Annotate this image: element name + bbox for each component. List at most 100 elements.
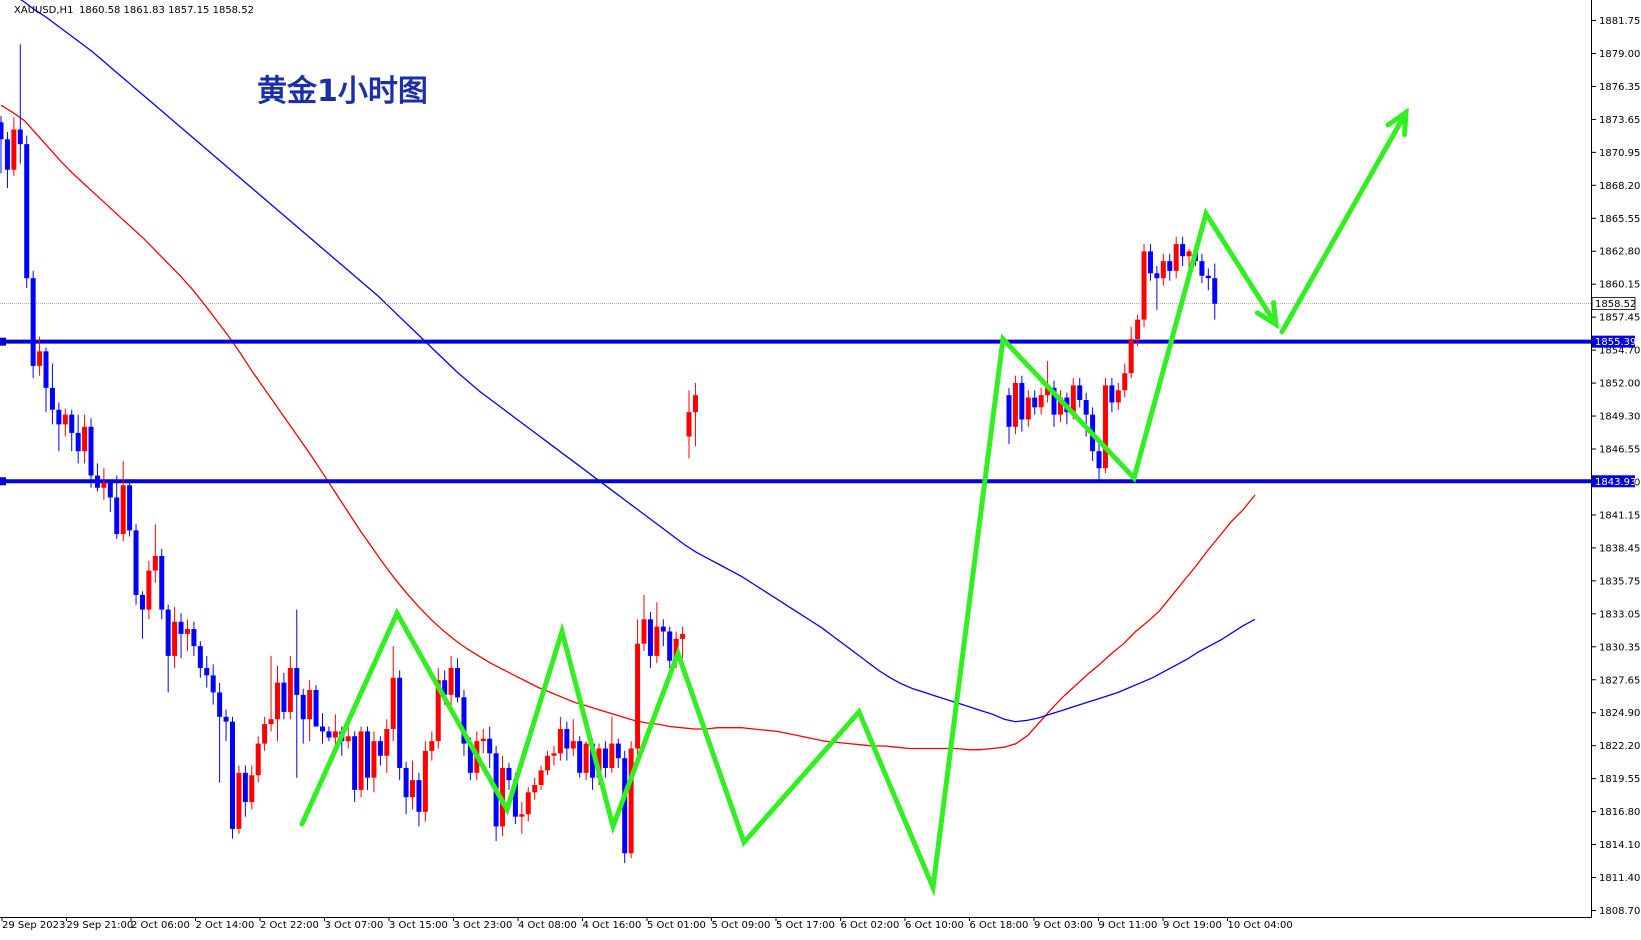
- price-tick-label: 1833.05: [1599, 609, 1640, 620]
- candle-body: [88, 426, 94, 476]
- candle: [577, 736, 583, 778]
- level-tag-label: 1843.93: [1595, 477, 1636, 488]
- candle-body: [43, 351, 49, 388]
- candle-body: [609, 743, 615, 768]
- candle-body: [480, 738, 486, 742]
- candle-body: [172, 621, 178, 656]
- price-tick-label: 1849.30: [1599, 412, 1640, 423]
- candle-body: [641, 619, 647, 644]
- symbol-header: XAUUSD,H1: [14, 5, 73, 16]
- candle: [1102, 378, 1108, 474]
- candle-body: [24, 144, 30, 279]
- candle-body: [262, 724, 268, 744]
- candle-body: [1102, 385, 1108, 469]
- candle-body: [1096, 451, 1102, 469]
- candle-body: [692, 395, 698, 413]
- candle-body: [577, 741, 583, 773]
- candle-body: [101, 482, 107, 488]
- candle-body: [139, 594, 145, 610]
- candle-body: [1109, 385, 1115, 403]
- candle-body: [37, 351, 43, 366]
- price-tick-label: 1824.90: [1599, 708, 1640, 719]
- candle-body: [146, 570, 152, 610]
- candle-body: [455, 668, 461, 698]
- candle-body: [519, 814, 525, 817]
- candle-body: [152, 555, 158, 571]
- candle-body: [345, 736, 351, 742]
- candle: [397, 670, 403, 781]
- candle-body: [313, 689, 319, 727]
- candle-body: [506, 767, 512, 781]
- price-tick-label: 1827.65: [1599, 675, 1640, 686]
- time-tick-label: 2 Oct 06:00: [131, 920, 190, 931]
- price-tick-label: 1838.45: [1599, 543, 1640, 554]
- time-tick-label: 4 Oct 08:00: [518, 920, 577, 931]
- candle-body: [0, 122, 4, 140]
- price-tick-label: 1811.40: [1599, 873, 1640, 884]
- price-tick-label: 1868.20: [1599, 181, 1640, 192]
- candle-body: [114, 497, 120, 535]
- candle-body: [660, 626, 666, 632]
- candle-body: [133, 530, 139, 595]
- candle-body: [268, 719, 274, 725]
- price-tick-label: 1879.00: [1599, 49, 1640, 60]
- price-chart: 1881.75 1879.00 1876.35 1873.65 1870.95 1868.…: [0, 0, 1641, 940]
- time-tick-label: 2 Oct 22:00: [260, 920, 319, 931]
- candle-body: [62, 414, 68, 425]
- price-tick-label: 1881.75: [1599, 16, 1640, 27]
- candle-body: [255, 743, 261, 776]
- candle-body: [680, 633, 686, 639]
- candle-body: [69, 414, 75, 433]
- candle-body: [1180, 244, 1186, 257]
- candle-body: [242, 772, 248, 803]
- candle-body: [1167, 261, 1173, 271]
- candle-body: [94, 475, 100, 488]
- candle-body: [371, 741, 377, 778]
- price-tick-label: 1876.35: [1599, 82, 1640, 93]
- candle-body: [635, 643, 641, 749]
- candle-body: [551, 753, 557, 756]
- candle-body: [107, 482, 113, 498]
- candle-body: [377, 741, 383, 756]
- candle: [1141, 244, 1147, 327]
- candle-body: [249, 775, 255, 803]
- candle-body: [410, 780, 416, 798]
- candle-body: [538, 770, 544, 786]
- candle-body: [525, 792, 531, 815]
- candle-body: [602, 748, 608, 768]
- candle-body: [532, 785, 538, 793]
- candle: [236, 765, 242, 834]
- current-price-tag: 1858.52: [1591, 297, 1636, 310]
- candle-body: [197, 646, 203, 669]
- candle-body: [390, 677, 396, 729]
- candle-body: [332, 731, 338, 738]
- price-tick-label: 1816.80: [1599, 807, 1640, 818]
- candle-body: [223, 716, 229, 722]
- candle-body: [1160, 261, 1166, 279]
- price-tick-label: 1860.15: [1599, 280, 1640, 291]
- candle-body: [17, 129, 23, 145]
- candle-body: [545, 755, 551, 771]
- candle-body: [416, 780, 422, 812]
- candle-body: [1038, 395, 1044, 408]
- candle-body: [1012, 382, 1018, 427]
- price-tick-label: 1822.20: [1599, 741, 1640, 752]
- price-tick-label: 1841.15: [1599, 510, 1640, 521]
- candle-body: [1025, 397, 1031, 420]
- time-tick-label: 9 Oct 19:00: [1163, 920, 1222, 931]
- candle-body: [1147, 251, 1153, 274]
- candle-body: [557, 728, 563, 754]
- candle-body: [1186, 251, 1192, 257]
- candle-body: [564, 728, 570, 749]
- candle-body: [217, 692, 223, 717]
- candle-body: [120, 485, 126, 535]
- candle: [229, 716, 235, 839]
- candle-body: [191, 629, 197, 647]
- candle-body: [583, 743, 589, 773]
- candle-body: [1205, 275, 1211, 279]
- candle-body: [49, 387, 55, 410]
- chart-title: 黄金1小时图: [257, 74, 428, 109]
- price-tick-label: 1846.55: [1599, 445, 1640, 456]
- price-tick-label: 1873.65: [1599, 115, 1640, 126]
- candle: [127, 479, 133, 537]
